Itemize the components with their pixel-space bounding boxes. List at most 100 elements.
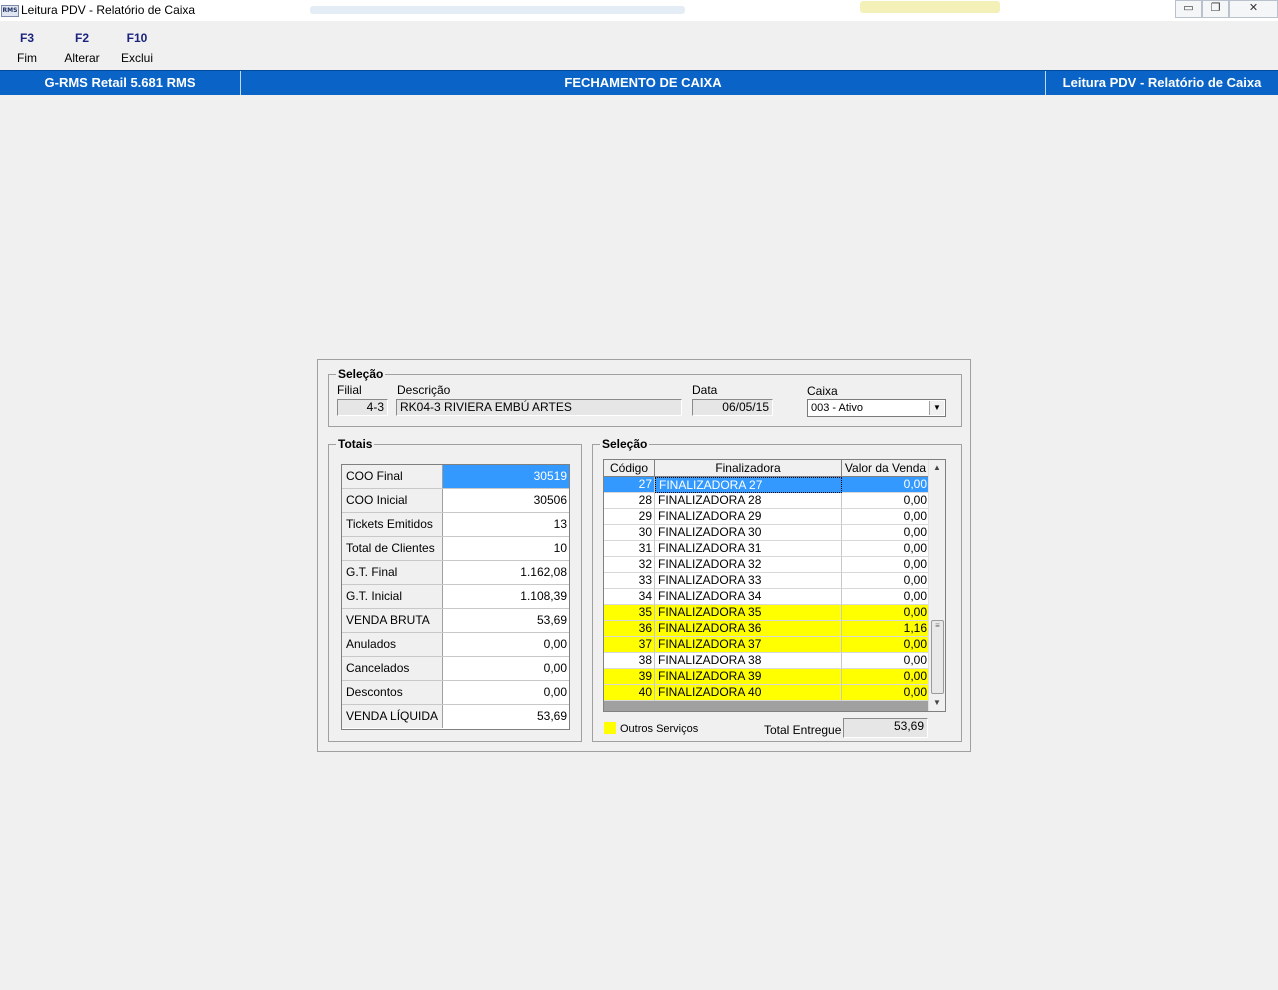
totais-row-coo-inicial: COO Inicial 30506 bbox=[342, 489, 569, 513]
totais-row-label: Anulados bbox=[342, 633, 443, 656]
grid-cell-valor: 0,00 bbox=[842, 685, 930, 701]
grid-cell-codigo: 33 bbox=[604, 573, 655, 589]
totais-row-venda-liquida: VENDA LÍQUIDA 53,69 bbox=[342, 705, 569, 729]
grid-header-codigo[interactable]: Código bbox=[604, 460, 655, 476]
grid-cell-valor: 0,00 bbox=[842, 541, 930, 557]
restore-button[interactable]: ❐ bbox=[1202, 0, 1229, 18]
data-field[interactable]: 06/05/15 bbox=[692, 399, 773, 416]
grid-header-valor[interactable]: Valor da Venda bbox=[842, 460, 930, 476]
filial-field[interactable]: 4-3 bbox=[337, 399, 388, 416]
window-title: Leitura PDV - Relatório de Caixa bbox=[21, 3, 196, 17]
scrollbar-thumb[interactable]: ≡ bbox=[931, 620, 944, 694]
grid-cell-finalizadora: FINALIZADORA 38 bbox=[655, 653, 842, 669]
grid-cell-finalizadora: FINALIZADORA 29 bbox=[655, 509, 842, 525]
totais-row-value[interactable]: 30506 bbox=[443, 489, 569, 512]
table-row[interactable]: 33 FINALIZADORA 33 0,00 bbox=[604, 573, 930, 589]
table-row[interactable]: 36 FINALIZADORA 36 1,16 bbox=[604, 621, 930, 637]
totais-row-label: Tickets Emitidos bbox=[342, 513, 443, 536]
totais-row-label: COO Inicial bbox=[342, 489, 443, 512]
grid-cell-codigo: 38 bbox=[604, 653, 655, 669]
totais-row-anulados: Anulados 0,00 bbox=[342, 633, 569, 657]
totais-row-coo-final: COO Final 30519 bbox=[342, 465, 569, 489]
totais-row-gt-final: G.T. Final 1.162,08 bbox=[342, 561, 569, 585]
f2-action-label: Alterar bbox=[64, 51, 100, 65]
grid-cell-codigo: 34 bbox=[604, 589, 655, 605]
grid-cell-codigo: 27 bbox=[604, 477, 655, 493]
close-button[interactable]: ✕ bbox=[1229, 0, 1278, 18]
grid-cell-valor: 0,00 bbox=[842, 525, 930, 541]
scroll-down-icon[interactable]: ▼ bbox=[929, 695, 945, 711]
table-row[interactable]: 31 FINALIZADORA 31 0,00 bbox=[604, 541, 930, 557]
totais-row-tickets-emitidos: Tickets Emitidos 13 bbox=[342, 513, 569, 537]
table-row[interactable]: 30 FINALIZADORA 30 0,00 bbox=[604, 525, 930, 541]
rms-app-icon: RMS bbox=[1, 5, 19, 17]
minimize-button[interactable]: ▭ bbox=[1175, 0, 1202, 18]
screen-title: FECHAMENTO DE CAIXA bbox=[564, 75, 722, 90]
table-row[interactable]: 34 FINALIZADORA 34 0,00 bbox=[604, 589, 930, 605]
program-name-label: Leitura PDV - Relatório de Caixa bbox=[1062, 75, 1262, 90]
grid-cell-valor: 0,00 bbox=[842, 493, 930, 509]
totais-row-value[interactable]: 53,69 bbox=[443, 705, 569, 728]
totais-row-value[interactable]: 1.108,39 bbox=[443, 585, 569, 608]
total-entregue-field[interactable]: 53,69 bbox=[843, 718, 928, 738]
totais-row-value[interactable]: 13 bbox=[443, 513, 569, 536]
table-row[interactable]: 29 FINALIZADORA 29 0,00 bbox=[604, 509, 930, 525]
table-row[interactable]: 37 FINALIZADORA 37 0,00 bbox=[604, 637, 930, 653]
grid-cell-finalizadora: FINALIZADORA 33 bbox=[655, 573, 842, 589]
totais-row-value[interactable]: 53,69 bbox=[443, 609, 569, 632]
selecao-top-title: Seleção bbox=[336, 367, 386, 381]
f10-exclui-button[interactable]: F10 Exclui bbox=[117, 31, 157, 65]
table-row[interactable]: 27 FINALIZADORA 27 0,00 bbox=[604, 477, 930, 493]
caixa-label: Caixa bbox=[807, 384, 838, 398]
table-row[interactable]: 39 FINALIZADORA 39 0,00 bbox=[604, 669, 930, 685]
table-row[interactable]: 28 FINALIZADORA 28 0,00 bbox=[604, 493, 930, 509]
table-row[interactable]: 40 FINALIZADORA 40 0,00 bbox=[604, 685, 930, 701]
totais-row-gt-inicial: G.T. Inicial 1.108,39 bbox=[342, 585, 569, 609]
f3-fim-button[interactable]: F3 Fim bbox=[10, 31, 44, 65]
descricao-label: Descrição bbox=[397, 383, 451, 397]
grid-cell-finalizadora: FINALIZADORA 40 bbox=[655, 685, 842, 701]
totais-table: COO Final 30519 COO Inicial 30506 Ticket… bbox=[341, 464, 570, 730]
f2-alterar-button[interactable]: F2 Alterar bbox=[60, 31, 104, 65]
chevron-down-icon[interactable]: ▼ bbox=[929, 401, 944, 415]
grid-cell-codigo: 30 bbox=[604, 525, 655, 541]
totais-row-value[interactable]: 0,00 bbox=[443, 681, 569, 704]
filial-label: Filial bbox=[337, 383, 362, 397]
table-row[interactable]: 38 FINALIZADORA 38 0,00 bbox=[604, 653, 930, 669]
table-row[interactable]: 35 FINALIZADORA 35 0,00 bbox=[604, 605, 930, 621]
totais-row-value[interactable]: 30519 bbox=[443, 465, 569, 488]
grid-cell-valor: 0,00 bbox=[842, 557, 930, 573]
totais-row-value[interactable]: 0,00 bbox=[443, 657, 569, 680]
caixa-select[interactable]: 003 - Ativo ▼ bbox=[807, 399, 946, 417]
grid-cell-finalizadora: FINALIZADORA 31 bbox=[655, 541, 842, 557]
grid-cell-codigo: 35 bbox=[604, 605, 655, 621]
grid-cell-valor: 0,00 bbox=[842, 589, 930, 605]
totais-row-label: G.T. Inicial bbox=[342, 585, 443, 608]
grid-cell-finalizadora: FINALIZADORA 35 bbox=[655, 605, 842, 621]
totais-row-value[interactable]: 0,00 bbox=[443, 633, 569, 656]
grid-vertical-scrollbar[interactable]: ▲ ≡ ▼ bbox=[928, 460, 945, 711]
totais-row-label: G.T. Final bbox=[342, 561, 443, 584]
totais-row-label: Descontos bbox=[342, 681, 443, 704]
totais-row-label: Cancelados bbox=[342, 657, 443, 680]
scroll-up-icon[interactable]: ▲ bbox=[929, 460, 945, 476]
f10-action-label: Exclui bbox=[120, 51, 153, 65]
system-version-label: G-RMS Retail 5.681 RMS bbox=[44, 75, 196, 90]
data-label: Data bbox=[692, 383, 718, 397]
totais-row-total-clientes: Total de Clientes 10 bbox=[342, 537, 569, 561]
module-header-bar: G-RMS Retail 5.681 RMS FECHAMENTO DE CAI… bbox=[0, 70, 1278, 95]
grid-cell-codigo: 28 bbox=[604, 493, 655, 509]
totais-row-value[interactable]: 10 bbox=[443, 537, 569, 560]
table-row[interactable]: 32 FINALIZADORA 32 0,00 bbox=[604, 557, 930, 573]
grid-bottom-strip bbox=[604, 701, 930, 711]
descricao-field[interactable]: RK04-3 RIVIERA EMBÚ ARTES bbox=[396, 399, 682, 416]
grid-header: Código Finalizadora Valor da Venda bbox=[604, 460, 930, 477]
outros-servicos-legend-swatch bbox=[604, 722, 616, 734]
grid-cell-codigo: 37 bbox=[604, 637, 655, 653]
grid-cell-valor: 0,00 bbox=[842, 509, 930, 525]
totais-row-value[interactable]: 1.162,08 bbox=[443, 561, 569, 584]
grid-cell-valor: 0,00 bbox=[842, 477, 930, 493]
grid-header-finalizadora[interactable]: Finalizadora bbox=[655, 460, 842, 476]
selecao-grid-title: Seleção bbox=[600, 437, 650, 451]
finalizadoras-grid[interactable]: Código Finalizadora Valor da Venda 27 FIN… bbox=[603, 459, 946, 712]
